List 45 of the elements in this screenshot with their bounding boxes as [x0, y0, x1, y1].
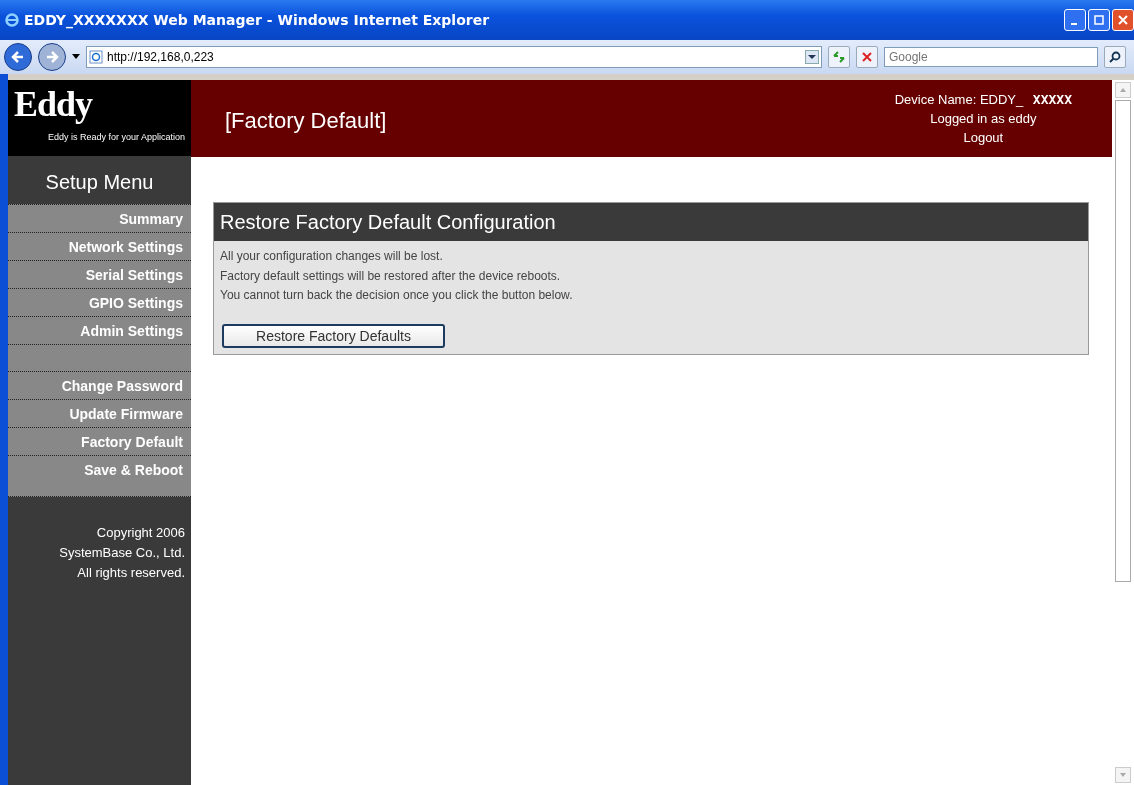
minimize-button[interactable] [1064, 9, 1086, 31]
dropdown-icon[interactable] [805, 50, 819, 64]
warning-text: Factory default settings will be restored after the device reboots. [220, 267, 562, 285]
warning-text: You cannot turn back the decision once you click the button below. [220, 287, 574, 304]
panel-title: Restore Factory Default Configuration [214, 203, 1088, 241]
close-icon [1117, 14, 1129, 26]
copyright-text: SystemBase Co., Ltd. [58, 544, 185, 562]
refresh-icon [832, 50, 846, 64]
menu-item[interactable]: Factory Default [8, 428, 191, 456]
tagline: Eddy is Ready for your Application [46, 132, 186, 142]
close-button[interactable] [1112, 9, 1134, 31]
menu-item[interactable]: Save & Reboot [8, 456, 191, 496]
search-icon [1108, 50, 1122, 64]
dropdown-icon[interactable] [72, 54, 80, 60]
address-field[interactable]: http://192,168,0,223 [86, 46, 822, 68]
window-title: EDDY_XXXXXXX Web Manager - Windows Internet Explorer [24, 12, 490, 28]
menu-item[interactable]: Serial Settings [8, 261, 191, 289]
back-button[interactable] [4, 43, 32, 71]
menu-item[interactable]: Change Password [8, 372, 191, 400]
device-name: Device Name: EDDY_ XXXXX [894, 91, 1072, 109]
refresh-button[interactable] [828, 46, 850, 68]
menu-item[interactable]: GPIO Settings [8, 289, 191, 317]
menu-heading: Setup Menu [44, 170, 155, 195]
menu-item[interactable]: Network Settings [8, 233, 191, 261]
minimize-icon [1070, 23, 1077, 25]
restore-button[interactable]: Restore Factory Defaults [222, 323, 445, 348]
logo: Eddy [14, 86, 94, 122]
logout-link[interactable]: Logout [963, 128, 1004, 147]
browser-icon [4, 12, 20, 28]
copyright-text: All rights reserved. [76, 564, 185, 582]
maximize-button[interactable] [1088, 9, 1110, 31]
stop-icon [860, 50, 874, 64]
search-button[interactable] [1104, 46, 1126, 68]
maximize-icon [1093, 14, 1105, 26]
login-status: Logged in as eddy [929, 110, 1038, 128]
stop-button[interactable] [856, 46, 878, 68]
menu-item[interactable]: Update Firmware [8, 400, 191, 428]
search-field[interactable]: Google [884, 47, 1098, 67]
warning-text: All your configuration changes will be lost. [220, 248, 444, 265]
menu-item[interactable]: Admin Settings [8, 317, 191, 345]
menu-item[interactable]: Summary [8, 205, 191, 233]
page-icon [89, 50, 103, 64]
copyright-text: Copyright 2006 [95, 524, 185, 542]
page-title: [Factory Default] [225, 106, 388, 134]
forward-button[interactable] [38, 43, 66, 71]
